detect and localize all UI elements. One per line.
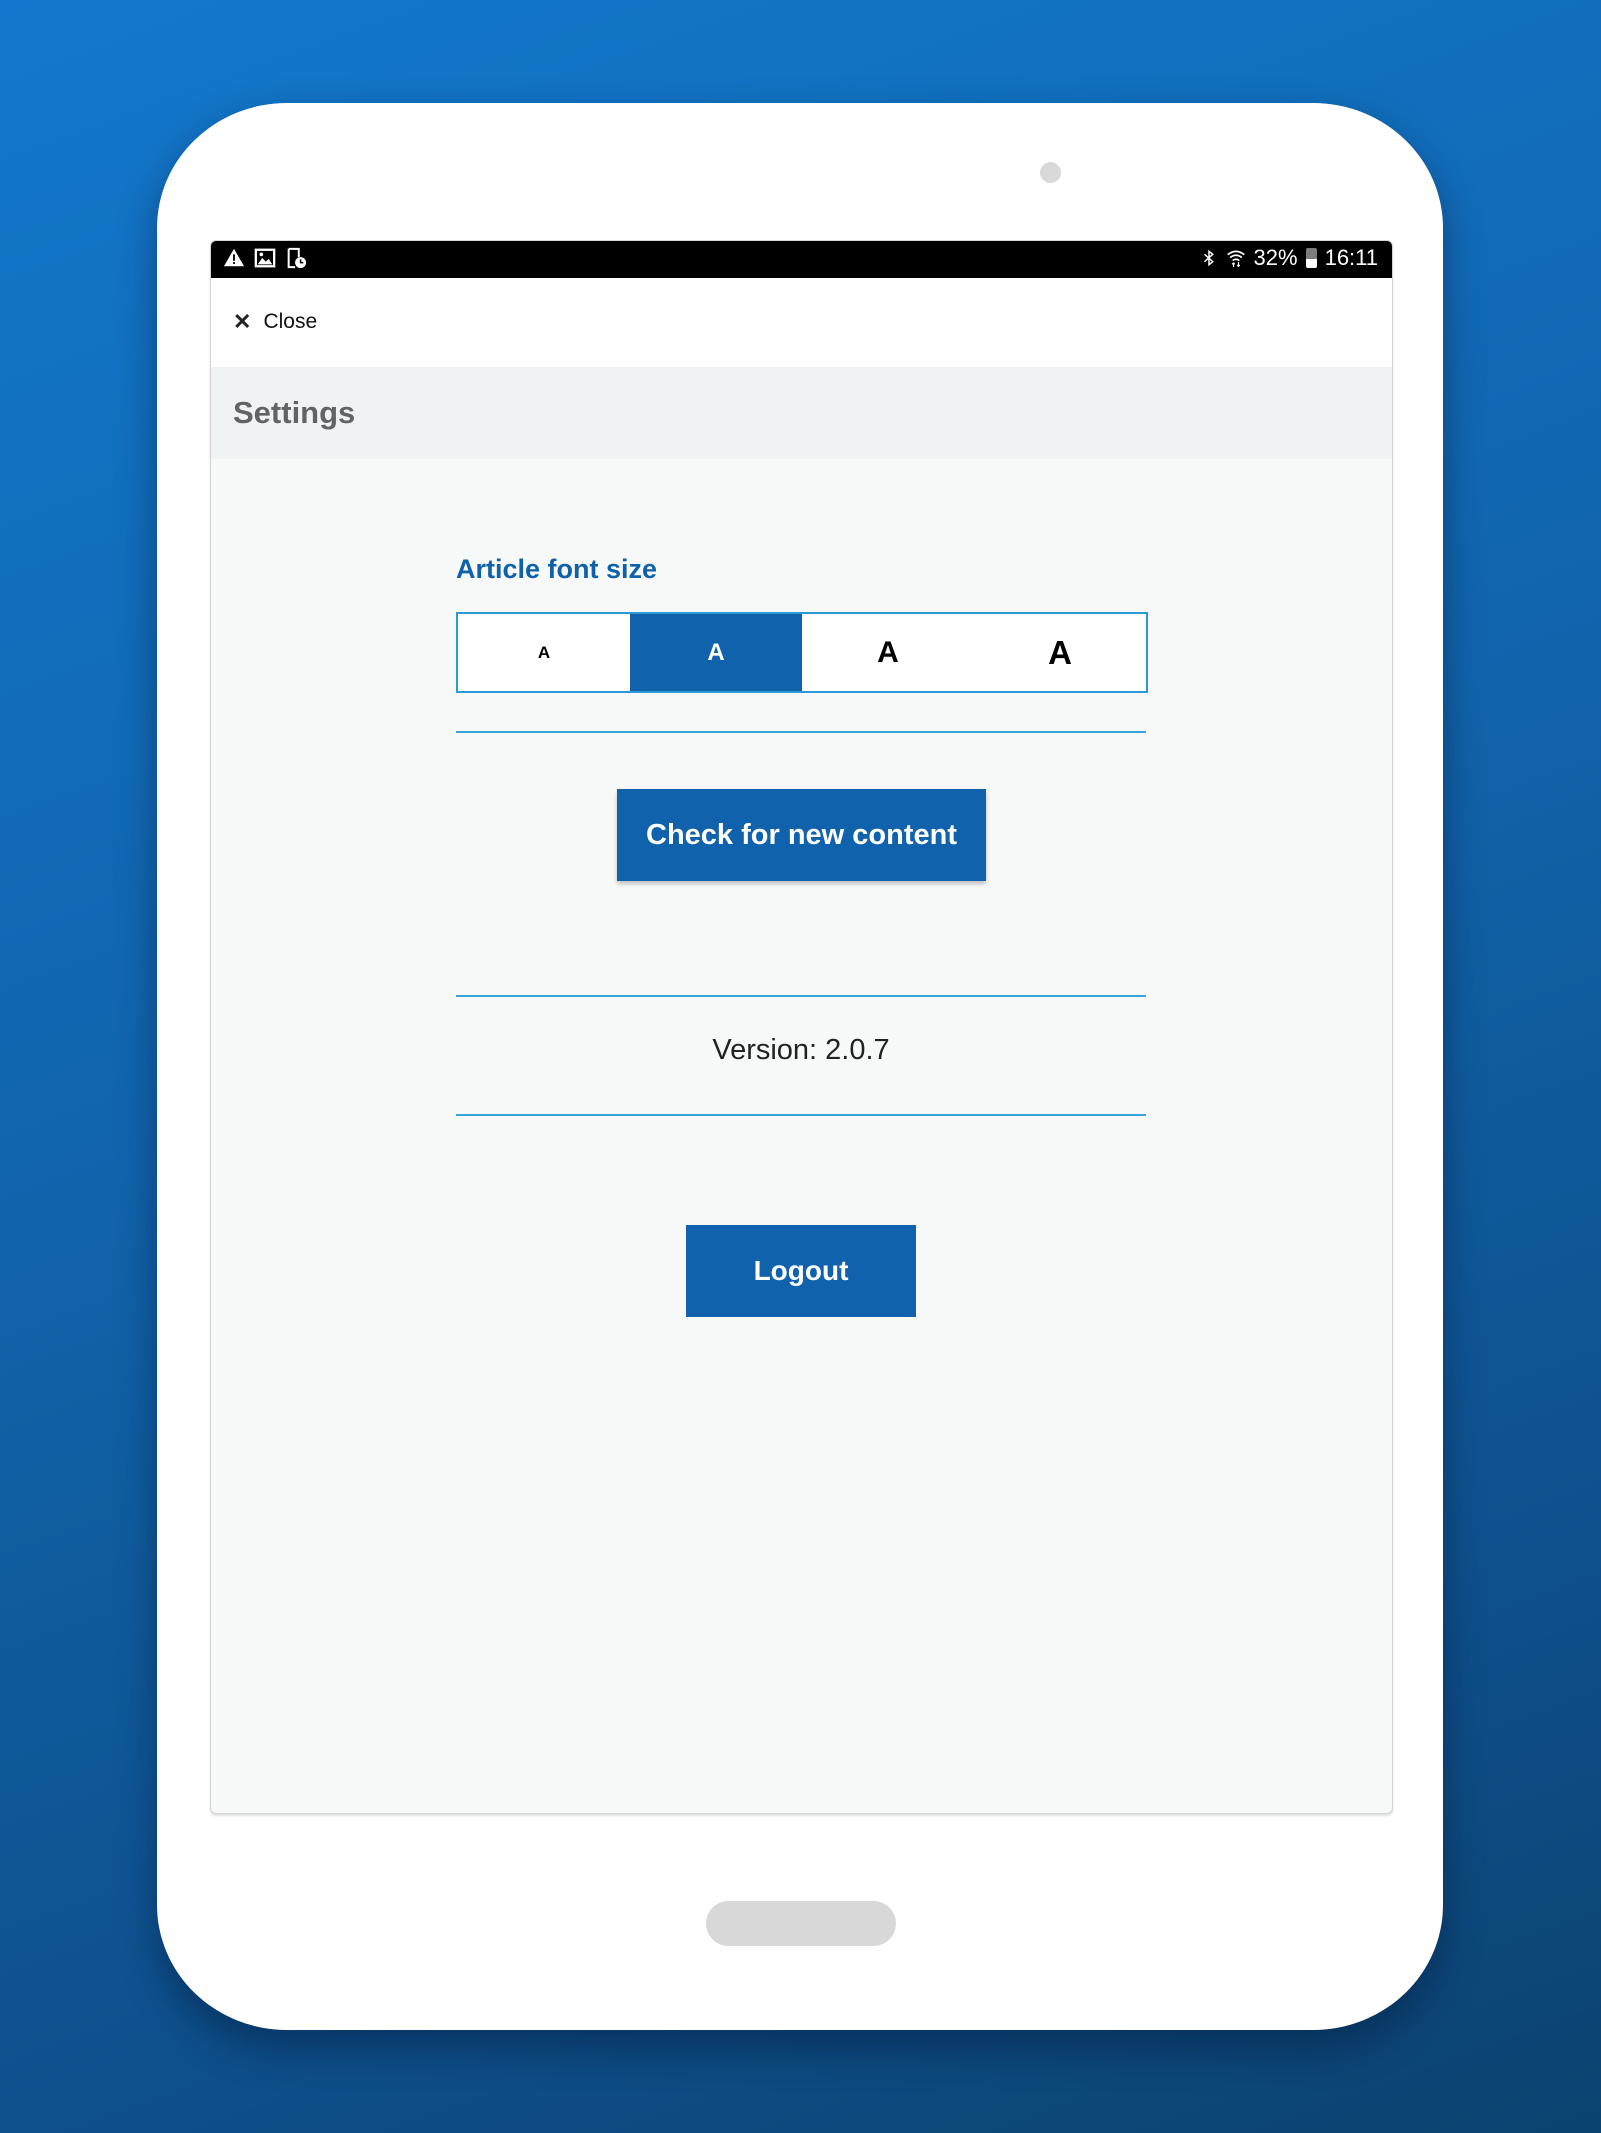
home-button[interactable] xyxy=(706,1901,896,1946)
check-for-new-content-button[interactable]: Check for new content xyxy=(617,789,986,881)
close-icon: ✕ xyxy=(233,309,252,334)
divider xyxy=(456,731,1146,733)
image-icon xyxy=(254,248,276,268)
font-size-option-small[interactable]: A xyxy=(458,614,630,691)
divider xyxy=(456,995,1146,997)
bluetooth-icon xyxy=(1203,249,1214,267)
clock: 16:11 xyxy=(1324,245,1378,270)
close-button[interactable]: ✕ Close xyxy=(233,310,317,334)
status-bar: 32% 16:11 xyxy=(211,241,1392,278)
warning-icon xyxy=(223,248,245,267)
top-bar: ✕ Close xyxy=(211,278,1392,367)
page-title: Settings xyxy=(233,395,356,430)
font-size-option-extra-large[interactable]: A xyxy=(974,614,1146,691)
font-size-option-large[interactable]: A xyxy=(802,614,974,691)
battery-percent: 32% xyxy=(1253,245,1298,270)
divider xyxy=(456,1114,1146,1116)
page-header: Settings xyxy=(211,367,1392,459)
version-text: Version: 2.0.7 xyxy=(712,1034,890,1066)
camera-icon xyxy=(1040,162,1061,183)
screen-timer-icon xyxy=(287,247,307,269)
battery-icon xyxy=(1305,248,1317,268)
app-screen: 32% 16:11 ✕ Close Settings Article font … xyxy=(210,240,1393,1814)
font-size-label: Article font size xyxy=(456,554,658,584)
wifi-icon xyxy=(1226,250,1245,268)
font-size-selector: A A A A xyxy=(456,612,1148,693)
logout-button[interactable]: Logout xyxy=(686,1225,916,1317)
font-size-option-medium[interactable]: A xyxy=(630,614,802,691)
close-label: Close xyxy=(263,310,318,333)
